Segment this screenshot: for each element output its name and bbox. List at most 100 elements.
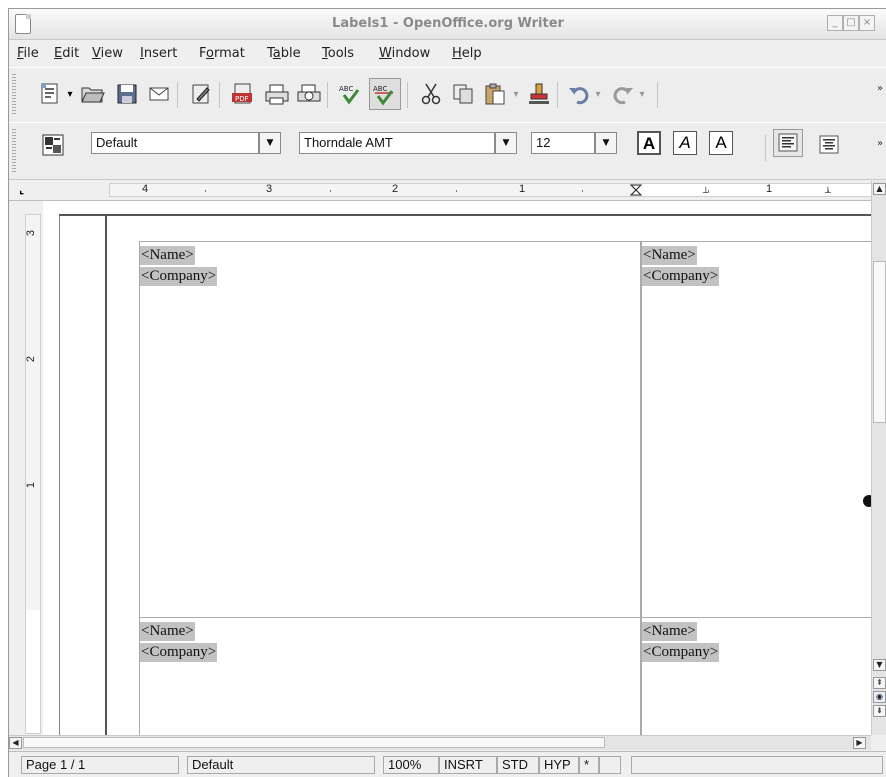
font-size-dropdown-icon[interactable]: ▼: [595, 132, 617, 154]
edit-file-icon[interactable]: [187, 80, 215, 108]
vertical-ruler[interactable]: 3 2 1: [25, 214, 41, 734]
menu-help[interactable]: Help: [452, 46, 482, 61]
tab-stop-icon[interactable]: ⊥: [702, 186, 710, 196]
navigator-icon[interactable]: ◉: [873, 691, 886, 703]
redo-dropdown-icon[interactable]: ▾: [635, 80, 649, 108]
ruler-number: 3: [25, 229, 38, 237]
styles-formatting-icon[interactable]: [39, 131, 67, 159]
horizontal-scrollbar[interactable]: ◀ ▶: [9, 735, 871, 750]
label-cell[interactable]: <Name> <Company>: [641, 617, 871, 735]
paragraph-style-dropdown-icon[interactable]: ▼: [259, 132, 281, 154]
menu-tools[interactable]: Tools: [322, 46, 354, 61]
signature-indicator[interactable]: [599, 756, 621, 774]
vertical-scrollbar[interactable]: ▲ ▼ ⇞ ◉ ⇟: [871, 181, 886, 735]
scroll-left-icon[interactable]: ◀: [9, 737, 22, 749]
horizontal-ruler-row: ⌞ 4 3 2 1 1 ⊥ ⊥: [9, 180, 886, 201]
bold-button[interactable]: A: [637, 131, 661, 155]
menu-insert[interactable]: Insert: [140, 46, 177, 61]
paste-icon[interactable]: [481, 80, 509, 108]
indent-marker-icon[interactable]: [630, 184, 642, 196]
redo-icon[interactable]: [609, 80, 637, 108]
clone-formatting-icon[interactable]: [525, 80, 553, 108]
maximize-icon[interactable]: □: [843, 15, 859, 31]
align-left-button[interactable]: [773, 129, 803, 157]
company-field[interactable]: <Company>: [642, 643, 720, 662]
font-name-field[interactable]: Thorndale AMT: [299, 132, 495, 154]
label-cell[interactable]: <Name> <Company>: [641, 241, 871, 618]
ruler-number: 1: [519, 183, 526, 195]
toolbar-overflow-icon[interactable]: »: [877, 84, 886, 94]
save-icon[interactable]: [113, 80, 141, 108]
minimize-icon[interactable]: _: [827, 15, 843, 31]
ruler-number: 4: [142, 183, 149, 195]
copy-icon[interactable]: [449, 80, 477, 108]
hyphenation-indicator[interactable]: HYP: [539, 756, 579, 774]
window-title: Labels1 - OpenOffice.org Writer: [332, 16, 564, 31]
name-field[interactable]: <Name>: [642, 246, 697, 265]
page-style-indicator[interactable]: Default: [187, 756, 375, 774]
label-cell[interactable]: <Name> <Company>: [139, 617, 641, 735]
cut-icon[interactable]: [417, 80, 445, 108]
scroll-down-icon[interactable]: ▼: [873, 659, 886, 671]
undo-dropdown-icon[interactable]: ▾: [591, 80, 605, 108]
print-preview-icon[interactable]: [295, 80, 323, 108]
toolbar-overflow-icon[interactable]: »: [877, 139, 886, 149]
menu-window[interactable]: Window: [379, 46, 430, 61]
status-bar: Page 1 / 1 Default 100% INSRT STD HYP *: [9, 751, 886, 777]
undo-icon[interactable]: [565, 80, 593, 108]
ruler-number: 3: [266, 183, 273, 195]
insert-mode-indicator[interactable]: INSRT: [439, 756, 497, 774]
selection-mode-indicator[interactable]: STD: [497, 756, 539, 774]
open-folder-icon[interactable]: [79, 80, 107, 108]
writer-window: Labels1 - OpenOffice.org Writer _ □ × Fi…: [8, 8, 886, 777]
company-field[interactable]: <Company>: [140, 643, 218, 662]
export-pdf-icon[interactable]: PDF: [229, 80, 257, 108]
scroll-up-icon[interactable]: ▲: [873, 183, 886, 195]
standard-toolbar: ▾ PDF ABC ABC ▾ ▾ ▾ »: [9, 67, 886, 123]
spellcheck-icon[interactable]: ABC: [337, 80, 365, 108]
menu-bar: File Edit View Insert Format Table Tools…: [9, 40, 886, 66]
svg-text:PDF: PDF: [235, 95, 249, 103]
company-field[interactable]: <Company>: [140, 267, 218, 286]
tab-stop-selector-icon[interactable]: ⌞: [19, 184, 31, 196]
name-field[interactable]: <Name>: [140, 246, 195, 265]
close-icon[interactable]: ×: [859, 15, 875, 31]
horizontal-scroll-thumb[interactable]: [23, 737, 605, 748]
menu-file[interactable]: File: [17, 46, 39, 61]
menu-table[interactable]: Table: [267, 46, 301, 61]
zoom-indicator[interactable]: 100%: [383, 756, 439, 774]
page-indicator[interactable]: Page 1 / 1: [21, 756, 179, 774]
title-bar: Labels1 - OpenOffice.org Writer _ □ ×: [9, 9, 886, 40]
italic-button[interactable]: A: [673, 131, 697, 155]
autospellcheck-icon[interactable]: ABC: [369, 78, 401, 110]
align-left-icon: [778, 133, 798, 152]
new-document-icon[interactable]: [37, 80, 65, 108]
name-field[interactable]: <Name>: [642, 622, 697, 641]
menu-format[interactable]: Format: [199, 46, 245, 61]
toolbar-grip[interactable]: [12, 74, 16, 116]
print-icon[interactable]: [263, 80, 291, 108]
vertical-scroll-thumb[interactable]: [873, 261, 886, 423]
company-field[interactable]: <Company>: [642, 267, 720, 286]
next-page-icon[interactable]: ⇟: [873, 705, 886, 717]
font-size-field[interactable]: 12: [531, 132, 595, 154]
underline-button[interactable]: A: [709, 131, 733, 155]
toolbar-grip[interactable]: [12, 129, 16, 173]
document-canvas[interactable]: <Name> <Company> <Name> <Company> <Name>…: [43, 201, 871, 735]
name-field[interactable]: <Name>: [140, 622, 195, 641]
menu-edit[interactable]: Edit: [54, 46, 79, 61]
font-name-dropdown-icon[interactable]: ▼: [495, 132, 517, 154]
ruler-number: 2: [392, 183, 399, 195]
scroll-right-icon[interactable]: ▶: [853, 737, 866, 749]
paragraph-style-field[interactable]: Default: [91, 132, 259, 154]
label-cell[interactable]: <Name> <Company>: [139, 241, 641, 618]
info-field: [631, 756, 883, 774]
previous-page-icon[interactable]: ⇞: [873, 677, 886, 689]
menu-view[interactable]: View: [92, 46, 123, 61]
new-dropdown-icon[interactable]: ▾: [63, 80, 77, 108]
align-center-icon[interactable]: [815, 131, 843, 159]
horizontal-ruler[interactable]: 4 3 2 1 1 ⊥ ⊥: [109, 183, 875, 197]
paste-dropdown-icon[interactable]: ▾: [509, 80, 523, 108]
email-icon[interactable]: [145, 80, 173, 108]
tab-stop-icon[interactable]: ⊥: [824, 186, 832, 196]
